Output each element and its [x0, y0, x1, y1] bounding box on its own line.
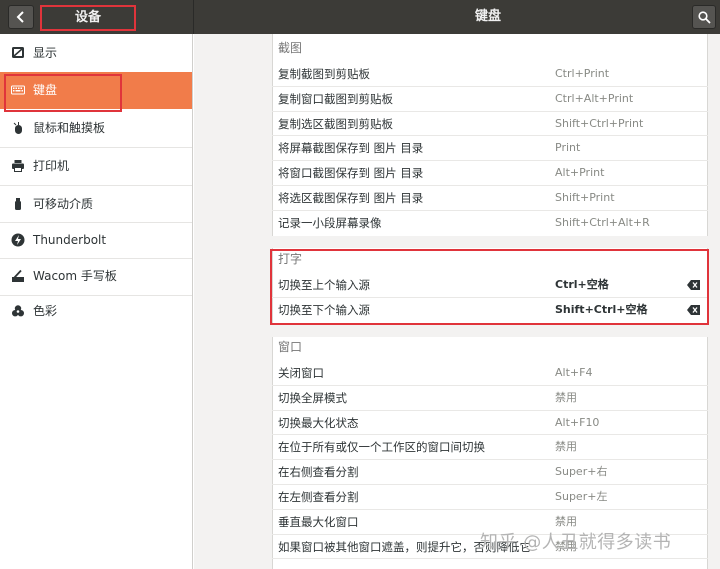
watermark: 知乎 @人丑就得多读书 — [480, 532, 672, 553]
section-header-windows: 窗口 — [278, 340, 303, 354]
shortcut-name: 在右侧查看分割 — [278, 465, 359, 480]
shortcut-name: 切换全屏模式 — [278, 390, 347, 405]
sidebar-item-mouse[interactable]: 鼠标和触摸板 — [0, 110, 192, 147]
color-icon — [12, 305, 24, 317]
shortcut-name: 复制窗口截图到剪贴板 — [278, 91, 393, 106]
devices-title: 设备 — [40, 5, 136, 31]
sidebar-item-thunderbolt[interactable]: Thunderbolt — [0, 222, 192, 259]
sidebar-item-removable-media[interactable]: 可移动介质 — [0, 186, 192, 223]
printer-icon — [12, 160, 24, 172]
shortcut-name: 复制选区截图到剪贴板 — [278, 116, 393, 131]
shortcut-row[interactable]: 切换全屏模式 禁用 — [272, 386, 708, 411]
shortcut-row[interactable]: 将屏幕截图保存到 图片 目录 Print — [272, 136, 708, 162]
shortcut-accel: Super+右 — [555, 465, 608, 479]
shortcut-accel: Shift+Ctrl+Alt+R — [555, 215, 650, 229]
shortcut-row[interactable]: 复制选区截图到剪贴板 Shift+Ctrl+Print — [272, 112, 708, 137]
shortcut-name: 在左侧查看分割 — [278, 490, 359, 504]
shortcut-accel: Ctrl+Alt+Print — [555, 91, 634, 105]
search-button[interactable] — [692, 5, 716, 29]
sidebar-item-printers[interactable]: 打印机 — [0, 148, 192, 185]
sidebar-item-label: 可移动介质 — [33, 197, 94, 211]
shortcut-name: 复制截图到剪贴板 — [278, 67, 370, 81]
shortcut-accel: 禁用 — [555, 390, 577, 404]
shortcut-name: 将窗口截图保存到 图片 目录 — [278, 166, 424, 181]
shortcut-name: 在位于所有或仅一个工作区的窗口间切换 — [278, 440, 485, 455]
shortcut-row[interactable]: 关闭窗口 Alt+F4 — [272, 361, 708, 386]
shortcut-name: 关闭窗口 — [278, 366, 324, 380]
shortcut-row[interactable]: 复制截图到剪贴板 Ctrl+Print — [272, 62, 708, 87]
mouse-icon — [13, 122, 22, 134]
header-bar: 设备 键盘 — [0, 0, 720, 34]
sidebar-item-label: 鼠标和触摸板 — [33, 121, 106, 135]
shortcut-row[interactable]: 将窗口截图保存到 图片 目录 Alt+Print — [272, 161, 708, 186]
shortcut-accel: Shift+Print — [555, 191, 615, 204]
shortcut-name: 记录一小段屏幕录像 — [278, 215, 382, 230]
shortcut-row[interactable]: 将选区截图保存到 图片 目录 Shift+Print — [272, 186, 708, 211]
sidebar-item-label: 色彩 — [33, 304, 58, 318]
shortcut-name: 垂直最大化窗口 — [278, 514, 359, 529]
shortcut-name: 将屏幕截图保存到 图片 目录 — [278, 141, 424, 156]
shortcut-row[interactable]: 在右侧查看分割 Super+右 — [272, 460, 708, 485]
shortcut-row[interactable]: 在左侧查看分割 Super+左 — [272, 485, 708, 510]
shortcut-row[interactable]: 切换最大化状态 Alt+F10 — [272, 411, 708, 436]
sidebar: 显示 键盘 鼠标和触摸板 打印机 可移动介质 Thunderbolt Wacom… — [0, 34, 193, 569]
shortcut-accel: Alt+Print — [555, 166, 605, 180]
thunderbolt-icon — [11, 233, 25, 247]
shortcut-accel: Super+左 — [555, 490, 608, 503]
sidebar-item-label: Thunderbolt — [33, 233, 107, 247]
shortcut-accel: 禁用 — [555, 440, 577, 454]
shortcut-row[interactable]: 复制窗口截图到剪贴板 Ctrl+Alt+Print — [272, 87, 708, 112]
shortcut-accel: Ctrl+Print — [555, 67, 610, 80]
shortcut-row[interactable]: 记录一小段屏幕录像 Shift+Ctrl+Alt+R — [272, 211, 708, 236]
typing-highlight-box — [270, 249, 709, 325]
shortcut-row[interactable]: 在位于所有或仅一个工作区的窗口间切换 禁用 — [272, 435, 708, 461]
page-title: 键盘 — [474, 9, 501, 24]
sidebar-highlight-box — [4, 74, 122, 112]
shortcut-accel: Alt+F4 — [555, 366, 593, 379]
shortcut-accel: Alt+F10 — [555, 415, 600, 429]
sidebar-item-display[interactable]: 显示 — [0, 35, 192, 72]
sidebar-item-label: 显示 — [33, 46, 58, 60]
shortcut-accel: Print — [555, 141, 581, 155]
sidebar-item-color[interactable]: 色彩 — [0, 293, 192, 330]
search-icon — [698, 11, 711, 24]
sidebar-item-wacom[interactable]: Wacom 手写板 — [0, 258, 192, 295]
shortcut-accel: Shift+Ctrl+Print — [555, 116, 644, 130]
chevron-left-icon — [16, 11, 24, 23]
shortcut-name: 将选区截图保存到 图片 目录 — [278, 191, 424, 205]
display-icon — [12, 47, 24, 58]
section-header-screenshot: 截图 — [278, 41, 303, 55]
sidebar-item-label: Wacom 手写板 — [33, 269, 117, 283]
shortcut-name: 切换最大化状态 — [278, 415, 359, 430]
sidebar-item-label: 打印机 — [33, 159, 70, 173]
back-button[interactable] — [8, 5, 34, 29]
usb-icon — [15, 198, 21, 210]
tablet-icon — [12, 269, 24, 282]
